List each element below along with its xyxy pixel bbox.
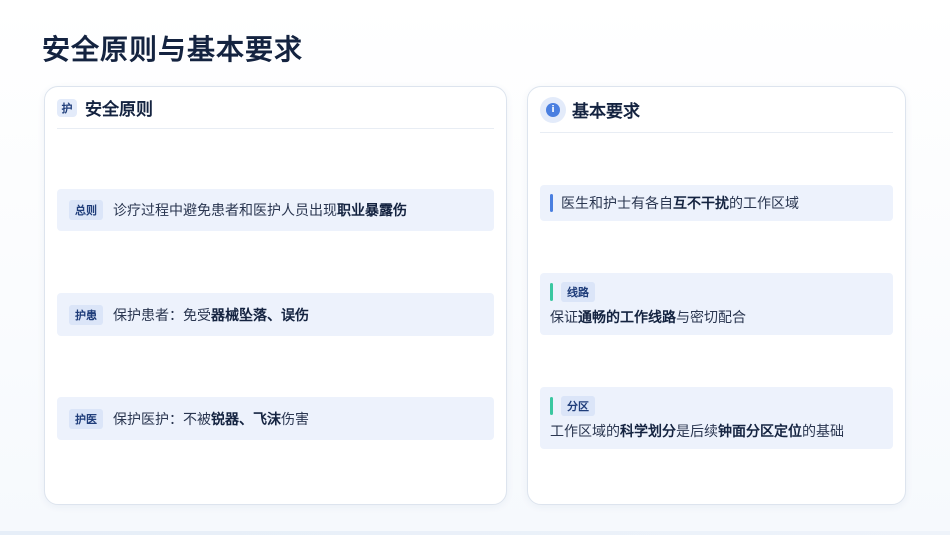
card-header: 护 安全原则	[57, 87, 494, 129]
list-item: 线路 保证通畅的工作线路与密切配合	[540, 273, 893, 335]
list-item: 医生和护士有各自互不干扰的工作区域	[540, 185, 893, 221]
row-text: 保护患者：免受器械坠落、误伤	[113, 307, 309, 324]
safety-principles-card: 护 安全原则 总则 诊疗过程中避免患者和医护人员出现职业暴露伤 护患 保护患者：…	[44, 86, 507, 505]
basic-requirements-card: i 基本要求 医生和护士有各自互不干扰的工作区域 线路 保证通畅的工作线路与密切…	[527, 86, 906, 505]
accent-bar	[550, 397, 553, 415]
list-item: 分区 工作区域的科学划分是后续钟面分区定位的基础	[540, 387, 893, 449]
card-title: 基本要求	[572, 102, 640, 122]
item-text: 医生和护士有各自互不干扰的工作区域	[561, 196, 799, 212]
row-text: 保护医护：不被锐器、飞沫伤害	[113, 411, 309, 428]
item-tag: 线路	[561, 282, 595, 302]
row-tag: 护患	[69, 304, 103, 325]
info-icon: i	[540, 96, 566, 123]
row-text: 诊疗过程中避免患者和医护人员出现职业暴露伤	[113, 203, 407, 219]
row-tag: 总则	[69, 200, 103, 220]
accent-bar	[550, 194, 553, 212]
shield-icon: 护	[57, 98, 77, 117]
bottom-decoration	[0, 531, 950, 535]
card-title: 安全原则	[85, 100, 153, 120]
item-text: 工作区域的科学划分是后续钟面分区定位的基础	[550, 424, 844, 440]
list-item: 护医 保护医护：不被锐器、飞沫伤害	[57, 397, 494, 440]
accent-bar	[550, 283, 553, 301]
row-tag: 护医	[69, 408, 103, 429]
page-title: 安全原则与基本要求	[42, 33, 304, 66]
list-item: 总则 诊疗过程中避免患者和医护人员出现职业暴露伤	[57, 189, 494, 231]
card-header: i 基本要求	[540, 87, 893, 133]
list-item: 护患 保护患者：免受器械坠落、误伤	[57, 293, 494, 336]
item-text: 保证通畅的工作线路与密切配合	[550, 310, 746, 326]
item-tag: 分区	[561, 396, 595, 416]
